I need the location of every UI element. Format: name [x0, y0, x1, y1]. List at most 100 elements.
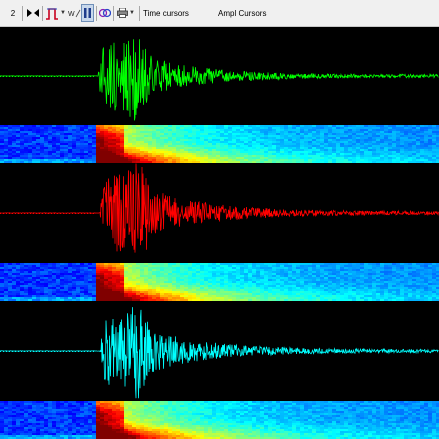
fit-width-button[interactable]: [26, 0, 40, 26]
spectrogram-cell: [108, 151, 112, 153]
spectrogram-cell: [4, 429, 8, 431]
waveform-button[interactable]: W: [67, 0, 81, 26]
baseline-dot: [54, 76, 55, 77]
spectrogram-cell: [192, 137, 196, 139]
spectrogram-cell: [352, 159, 356, 161]
spectrogram-cell: [108, 153, 112, 155]
filter-button[interactable]: [44, 0, 60, 26]
spectrogram-cell: [432, 283, 436, 285]
waveform-panel-1[interactable]: [0, 27, 439, 125]
spectrogram-cell: [156, 265, 160, 267]
spectrogram-cell: [136, 413, 140, 415]
seismogram-display[interactable]: [0, 27, 439, 439]
spectrogram-cell: [208, 143, 212, 145]
spectrogram-cell: [368, 143, 372, 145]
spectrogram-cell: [64, 149, 68, 151]
spectrogram-cell: [392, 297, 396, 299]
spectrogram-cell: [196, 129, 200, 131]
spectrogram-cell: [248, 137, 252, 139]
spectrogram-cell: [312, 293, 316, 295]
spectrogram-panel-1[interactable]: [0, 125, 439, 163]
spectrogram-cell: [384, 275, 388, 277]
spectrogram-cell: [228, 277, 232, 279]
spectrogram-cell: [356, 283, 360, 285]
spectrogram-panel-2[interactable]: [0, 263, 439, 301]
spectrogram-cell: [40, 409, 44, 411]
spectrogram-cell: [400, 149, 404, 151]
spectrogram-cell: [348, 137, 352, 139]
spectrogram-cell: [196, 147, 200, 149]
spectrogram-cell: [48, 137, 52, 139]
waveform-panel-2[interactable]: [0, 163, 439, 263]
spectrogram-cell: [192, 145, 196, 147]
spectrogram-cell: [372, 263, 376, 265]
spectrogram-cell: [292, 141, 296, 143]
spectrogram-cell: [308, 127, 312, 129]
spectrogram-cell: [332, 141, 336, 143]
spectrogram-cell: [288, 131, 292, 133]
print-button[interactable]: [116, 0, 128, 26]
spectrogram-cell: [288, 141, 292, 143]
spectrogram-cell: [216, 269, 220, 271]
spectrogram-cell: [200, 141, 204, 143]
print-dropdown-icon[interactable]: ▼: [129, 0, 135, 26]
spectrogram-cell: [160, 155, 164, 157]
spectrogram-cell: [60, 141, 64, 143]
spectrogram-cell: [260, 159, 264, 161]
spectrogram-cell: [412, 281, 416, 283]
spectrogram-cell: [408, 135, 412, 137]
pause-button[interactable]: [81, 4, 94, 22]
spectrogram-cell: [64, 133, 68, 135]
spectrogram-cell: [212, 129, 216, 131]
spectrogram-cell: [312, 149, 316, 151]
spectrogram-cell: [132, 403, 136, 405]
waveform-panel-3[interactable]: [0, 301, 439, 401]
spectrogram-cell: [140, 285, 144, 287]
spectrogram-cell: [376, 155, 380, 157]
spectrogram-cell: [8, 423, 12, 425]
spectrogram-cell: [88, 267, 92, 269]
spectrogram-cell: [204, 295, 208, 297]
spectrogram-cell: [16, 287, 20, 289]
spectrogram-panel-3[interactable]: [0, 401, 439, 439]
spectrogram-cell: [16, 283, 20, 285]
spectrogram-cell: [128, 431, 132, 433]
baseline-dot: [24, 76, 25, 77]
spectrogram-cell: [88, 273, 92, 275]
spectrogram-cell: [408, 137, 412, 139]
stereo-button[interactable]: [98, 0, 112, 26]
spectrogram-cell: [412, 155, 416, 157]
spectrogram-cell: [144, 137, 148, 139]
spectrogram-cell: [132, 417, 136, 419]
spectrogram-cell: [212, 145, 216, 147]
spectrogram-cell: [324, 151, 328, 153]
filter-dropdown-icon[interactable]: ▼: [60, 0, 66, 26]
spectrogram-cell: [36, 279, 40, 281]
spectrogram-cell: [4, 127, 8, 129]
spectrogram-cell: [56, 263, 60, 265]
baseline-dot: [57, 76, 58, 77]
baseline-dot: [33, 351, 34, 352]
spectrogram-cell: [44, 133, 48, 135]
spectrogram-cell: [156, 129, 160, 131]
spectrogram-cell: [272, 153, 276, 155]
spectrogram-cell: [324, 149, 328, 151]
ampl-cursors-button[interactable]: Ampl Cursors: [218, 0, 266, 26]
spectrogram-cell: [4, 435, 8, 437]
spectrogram-cell: [52, 289, 56, 291]
spectrogram-cell: [132, 157, 136, 159]
channel-count[interactable]: 2: [6, 0, 20, 26]
spectrogram-cell: [24, 289, 28, 291]
spectrogram-cell: [236, 271, 240, 273]
spectrogram-cell: [396, 147, 400, 149]
spectrogram-cell: [0, 135, 4, 137]
spectrogram-cell: [68, 159, 72, 161]
spectrogram-cell: [208, 281, 212, 283]
spectrogram-cell: [48, 431, 52, 433]
spectrogram-cell: [264, 287, 268, 289]
time-cursors-button[interactable]: Time cursors: [143, 0, 189, 26]
spectrogram-cell: [140, 295, 144, 297]
spectrogram-cell: [304, 131, 308, 133]
spectrogram-cell: [432, 265, 436, 267]
spectrogram-cell: [152, 267, 156, 269]
